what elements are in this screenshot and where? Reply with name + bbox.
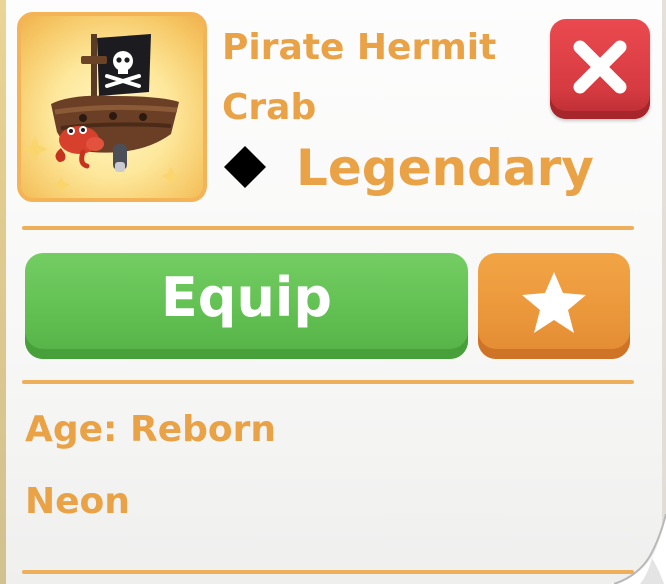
star-icon (522, 272, 586, 333)
rarity-label: Legendary (296, 139, 594, 197)
divider-middle (22, 380, 634, 384)
diamond-icon (224, 146, 266, 188)
equip-button[interactable]: Equip (25, 253, 468, 359)
panel-edge-left (0, 0, 6, 584)
pet-thumbnail (17, 12, 207, 202)
divider-top (22, 226, 634, 230)
neon-label: Neon (25, 481, 130, 522)
favorite-button[interactable] (478, 253, 630, 359)
divider-bottom (22, 570, 634, 574)
pet-name: Pirate Hermit Crab (222, 18, 542, 138)
pet-name-line2: Crab (222, 87, 317, 128)
age-label: Age: Reborn (25, 409, 276, 450)
close-x-icon (573, 40, 627, 94)
panel-edge-right (662, 0, 666, 584)
pet-name-line1: Pirate Hermit (222, 27, 497, 68)
close-button[interactable] (550, 19, 650, 119)
page-curl-icon (610, 514, 666, 584)
pirate-hermit-crab-image (22, 34, 181, 194)
pet-info-panel: Pirate Hermit Crab Legendary Equip Age: … (0, 0, 666, 584)
